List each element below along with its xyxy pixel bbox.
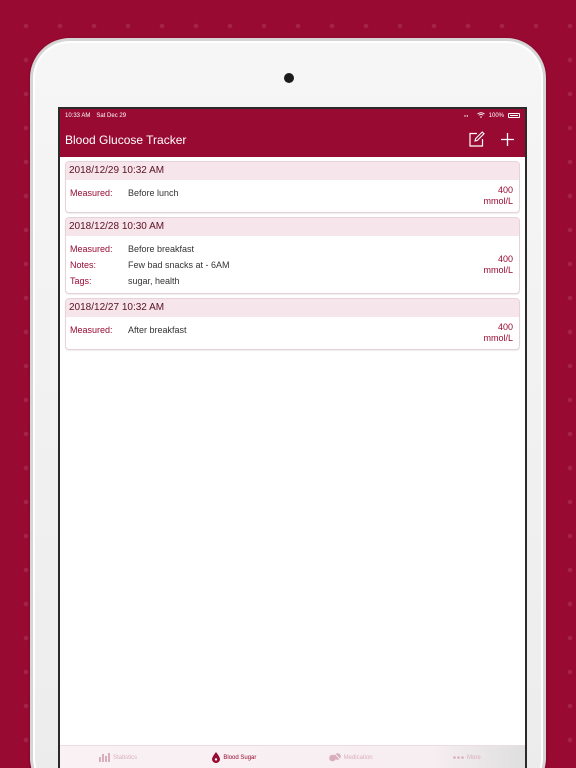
edit-icon	[469, 131, 485, 147]
add-button[interactable]	[499, 131, 516, 148]
reading-unit: mmol/L	[483, 333, 513, 343]
field-value: sugar, health	[128, 276, 180, 286]
entry-field-row: Measured: Before lunch	[70, 185, 515, 201]
reading-value: 400	[497, 185, 513, 195]
field-label: Tags:	[70, 276, 92, 286]
entry-card[interactable]: 2018/12/27 10:32 AM Measured: After brea…	[65, 298, 520, 350]
entry-card[interactable]: 2018/12/29 10:32 AM Measured: Before lun…	[65, 161, 520, 213]
tab-label: Blood Sugar	[223, 754, 257, 761]
front-camera	[284, 73, 294, 83]
entry-datetime: 2018/12/28 10:30 AM	[66, 218, 519, 236]
status-bar: 10:33 AM Sat Dec 29 100%	[60, 109, 525, 122]
entry-datetime: 2018/12/29 10:32 AM	[66, 162, 519, 180]
field-label: Measured:	[70, 188, 113, 198]
tab-bar: Statistics Blood Sugar Medication More	[60, 745, 525, 768]
entry-field-row: Tags: sugar, health	[70, 273, 515, 289]
field-value: Few bad snacks at - 6AM	[128, 260, 230, 270]
tab-blood-sugar[interactable]: Blood Sugar	[176, 746, 292, 768]
field-value: Before breakfast	[128, 244, 195, 254]
pills-icon	[328, 753, 341, 762]
more-dots-icon	[453, 756, 464, 759]
blood-drop-icon	[212, 752, 221, 763]
field-label: Notes:	[70, 260, 97, 270]
status-date: Sat Dec 29	[96, 112, 127, 119]
battery-percent: 100%	[488, 112, 504, 119]
battery-icon	[508, 113, 520, 118]
ipad-frame: 10:33 AM Sat Dec 29 100% Blood Glucose T…	[30, 38, 546, 768]
reading-unit: mmol/L	[483, 196, 513, 206]
reading-value: 400	[497, 322, 513, 332]
field-value: Before lunch	[128, 188, 179, 198]
glucose-reading: 400 mmol/L	[483, 322, 513, 344]
tab-medication[interactable]: Medication	[293, 746, 409, 768]
bar-chart-icon	[99, 753, 111, 762]
tab-statistics[interactable]: Statistics	[60, 746, 176, 768]
navigation-bar: Blood Glucose Tracker	[60, 122, 525, 157]
field-value: After breakfast	[128, 325, 187, 335]
reading-value: 400	[497, 253, 513, 264]
tab-more[interactable]: More	[409, 746, 525, 768]
plus-icon	[501, 133, 514, 146]
field-label: Measured:	[70, 325, 113, 335]
tab-label: More	[467, 754, 481, 761]
wifi-icon	[476, 111, 485, 120]
status-time: 10:33 AM	[65, 112, 91, 119]
signal-icon	[463, 112, 473, 119]
entry-list: 2018/12/29 10:32 AM Measured: Before lun…	[60, 157, 525, 350]
entry-field-row: Measured: Before breakfast	[70, 241, 515, 257]
tab-label: Statistics	[113, 754, 138, 761]
entry-card[interactable]: 2018/12/28 10:30 AM Measured: Before bre…	[65, 217, 520, 294]
app-screen: 10:33 AM Sat Dec 29 100% Blood Glucose T…	[58, 107, 527, 768]
entry-field-row: Notes: Few bad snacks at - 6AM	[70, 257, 515, 273]
entry-datetime: 2018/12/27 10:32 AM	[66, 299, 519, 317]
entry-field-row: Measured: After breakfast	[70, 322, 515, 338]
edit-button[interactable]	[468, 131, 485, 148]
page-title: Blood Glucose Tracker	[65, 132, 187, 147]
tab-label: Medication	[343, 754, 373, 761]
glucose-reading: 400 mmol/L	[483, 185, 513, 207]
reading-unit: mmol/L	[483, 264, 513, 275]
glucose-reading: 400 mmol/L	[483, 254, 513, 276]
field-label: Measured:	[70, 244, 113, 254]
